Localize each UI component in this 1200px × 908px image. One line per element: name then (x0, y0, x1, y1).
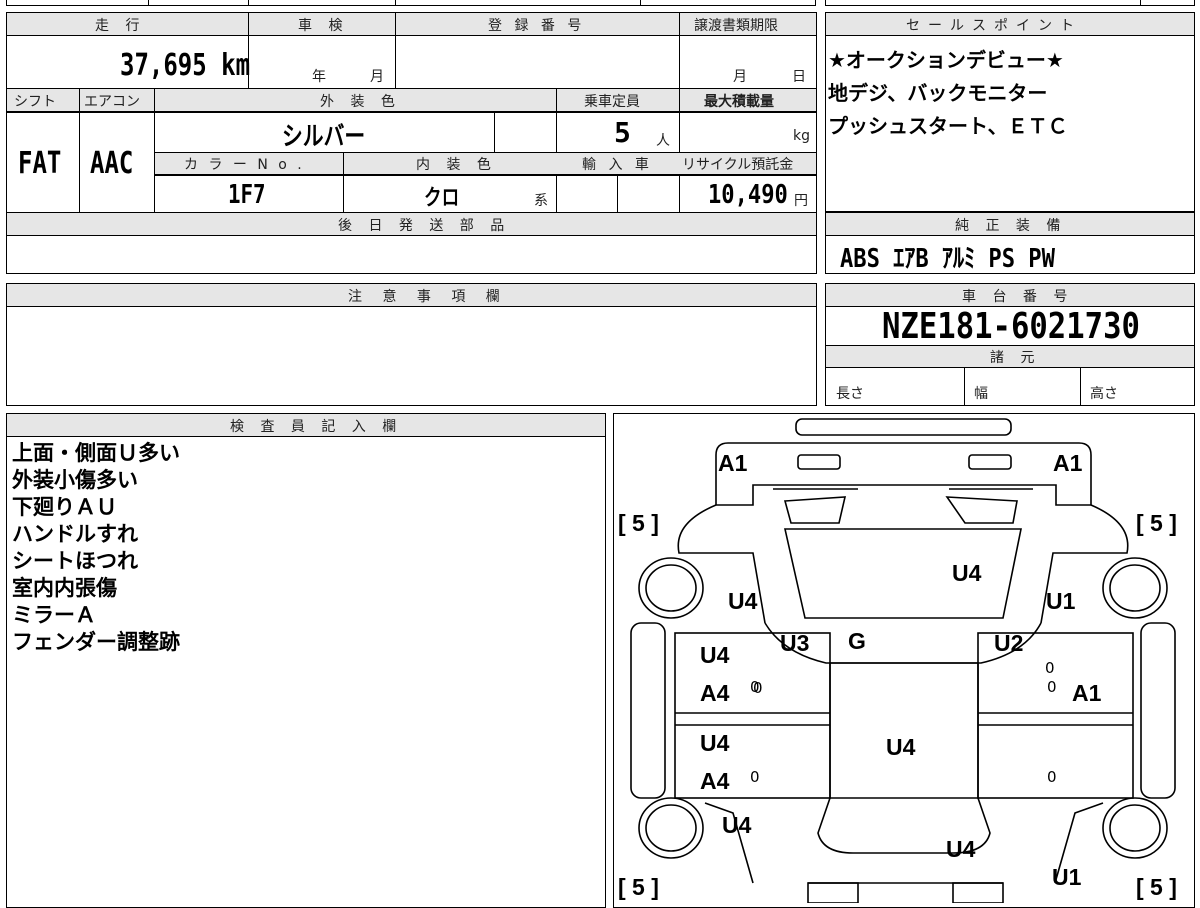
shaken-year-label: 年 (312, 69, 326, 85)
svg-text:0: 0 (1045, 659, 1055, 677)
capacity-value: 5 (614, 116, 631, 149)
pillar-left-damage: U3 (780, 630, 810, 656)
inspector-notes: 上面・側面Ｕ多い 外装小傷多い 下廻りＡＵ ハンドルすれ シートほつれ 室内内張… (12, 440, 180, 656)
inspector-note: 上面・側面Ｕ多い (12, 441, 180, 465)
inspector-note: 外装小傷多い (12, 468, 138, 492)
inspector-label: 検 査 員 記 入 欄 (230, 419, 403, 435)
inspector-note: フェンダー調整跡 (12, 630, 180, 654)
later-parts-label: 後 日 発 送 部 品 (338, 218, 511, 234)
capacity-label: 乗車定員 (584, 94, 640, 110)
inspector-note: 室内内張傷 (12, 576, 117, 600)
exterior-color-label: 外 装 色 (320, 94, 401, 110)
windshield-damage: G (848, 628, 866, 654)
trunk-damage: U4 (946, 836, 976, 862)
quarter-rear-right-damage: U1 (1052, 864, 1082, 890)
spec-height-label: 高さ (1090, 386, 1118, 402)
shift-label: シフト (14, 94, 56, 110)
shaken-label: 車 検 (298, 18, 349, 34)
top-partial-row (6, 0, 816, 6)
import-label: 輸 入 車 (582, 157, 653, 173)
sales-points-list: ★オークションデビュー★ 地デジ、バックモニター プッシュスタート、ＥＴＣ (828, 44, 1068, 143)
sales-point-line: ★オークションデビュー★ (828, 48, 1064, 72)
recycle-label: リサイクル預託金 (682, 157, 794, 173)
sales-point-line: プッシュスタート、ＥＴＣ (828, 114, 1068, 138)
mileage-value: 37,695 km (120, 48, 251, 83)
sales-point-line: 地デジ、バックモニター (828, 81, 1048, 105)
spec-length-label: 長さ (836, 386, 864, 402)
door-front-right-damage: A1 (1072, 680, 1102, 706)
transfer-month-label: 月 (733, 69, 747, 85)
specs-label: 諸 元 (990, 350, 1041, 366)
spec-width-label: 幅 (974, 386, 988, 402)
zero-mark-fl: 0 (750, 678, 760, 696)
reg-number-label: 登 録 番 号 (488, 18, 586, 34)
chassis-label: 車 台 番 号 (962, 289, 1074, 305)
inspector-note: 下廻りＡＵ (12, 495, 117, 519)
color-no-value: 1F7 (228, 180, 266, 210)
equipment-label: 純 正 装 備 (955, 218, 1067, 234)
tire-front-left-label: [ 5 ] (618, 510, 659, 536)
sales-points-label: セールスポイント (906, 18, 1082, 34)
ac-label: エアコン (84, 94, 140, 110)
inspector-note: ハンドルすれ (12, 522, 138, 546)
capacity-unit: 人 (656, 133, 670, 149)
door-front-left-top-damage: U4 (700, 642, 730, 668)
shaken-month-label: 月 (370, 69, 384, 85)
recycle-fee-value: 10,490 (708, 180, 788, 210)
tire-rear-right-label: [ 5 ] (1136, 874, 1177, 900)
zero-mark-rr: 0 (1047, 768, 1057, 786)
tire-rear-left-label: [ 5 ] (618, 874, 659, 900)
fender-front-left-damage: U4 (728, 588, 758, 614)
door-rear-left-bottom-damage: A4 (700, 768, 730, 794)
zero-mark-rl: 0 (750, 768, 760, 786)
interior-color-value: クロ (424, 186, 460, 211)
max-load-unit: kg (793, 128, 810, 144)
door-rear-left-top-damage: U4 (700, 730, 730, 756)
caution-label: 注 意 事 項 欄 (348, 289, 508, 305)
transfer-day-label: 日 (792, 69, 806, 85)
recycle-unit: 円 (794, 193, 808, 209)
quarter-rear-left-damage: U4 (722, 812, 752, 838)
mileage-label: 走 行 (95, 18, 146, 34)
exterior-color-value: シルバー (282, 122, 366, 152)
transfer-deadline-label: 譲渡書類期限 (694, 18, 778, 34)
interior-suffix: 系 (534, 193, 548, 209)
fender-front-right-damage: U1 (1046, 588, 1076, 614)
zero-mark-fr: 0 (1047, 678, 1057, 696)
bumper-front-right-damage: A1 (1053, 450, 1083, 476)
inspector-note: ミラーＡ (12, 603, 96, 627)
pillar-right-damage: U2 (994, 630, 1024, 656)
shift-value: FAT (18, 146, 62, 181)
hood-damage: U4 (952, 560, 982, 586)
bumper-front-left-damage: A1 (718, 450, 748, 476)
door-front-left-bottom-damage: A4 (700, 680, 730, 706)
color-no-label: カ ラ ー N o . (184, 157, 305, 173)
max-load-label: 最大積載量 (704, 94, 774, 110)
interior-color-label: 内 装 色 (416, 157, 497, 173)
equipment-items: ABS ｴｱB ｱﾙﾐ PS PW (840, 244, 1055, 274)
chassis-number: NZE181-6021730 (882, 306, 1140, 347)
ac-value: AAC (90, 146, 134, 181)
roof-damage: U4 (886, 734, 916, 760)
inspector-note: シートほつれ (12, 549, 138, 573)
tire-front-right-label: [ 5 ] (1136, 510, 1177, 536)
